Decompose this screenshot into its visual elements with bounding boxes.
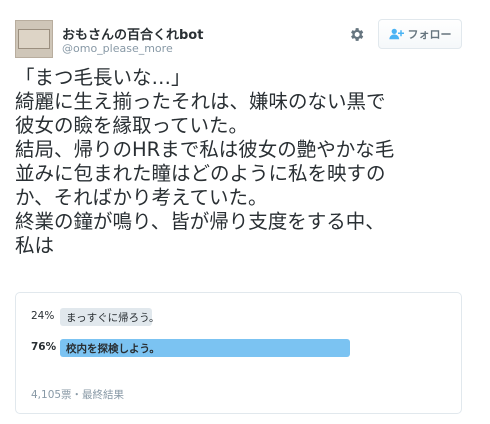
follow-button[interactable]: フォロー <box>378 19 462 49</box>
follow-user-icon <box>388 28 404 40</box>
tweet-line: 「まつ毛長いな…」 <box>15 66 191 89</box>
poll-choice-1: 24% まっすぐに帰ろう。 <box>31 308 356 326</box>
tweet-card: おもさんの百合くれbot @omo_please_more フォロー 「まつ毛長… <box>0 0 490 424</box>
poll-choice-label: 校内を探検しよう。 <box>66 343 160 355</box>
author-handle[interactable]: @omo_please_more <box>62 42 173 55</box>
poll-percent: 24% <box>31 310 55 322</box>
tweet-line: 綺麗に生え揃ったそれは、嫌味のない黒で <box>15 90 386 113</box>
poll-footer: 4,105票・最終結果 <box>31 389 125 401</box>
poll-percent: 76% <box>31 341 57 353</box>
tweet-line: 結局、帰りのHRまで私は彼女の艶やかな毛 <box>15 138 395 161</box>
poll-bar-track: 校内を探検しよう。 <box>60 339 356 357</box>
tweet-line: 私は <box>15 234 55 257</box>
tweet-text: 「まつ毛長いな…」 綺麗に生え揃ったそれは、嫌味のない黒で 彼女の瞼を縁取ってい… <box>15 66 480 258</box>
follow-label: フォロー <box>407 28 452 41</box>
author-name[interactable]: おもさんの百合くれbot <box>62 24 203 43</box>
gear-icon[interactable] <box>348 26 365 43</box>
avatar[interactable] <box>15 20 53 58</box>
poll-card: 24% まっすぐに帰ろう。 76% 校内を探検しよう。 4,105票・最終結果 <box>15 292 462 414</box>
avatar-image <box>18 29 50 49</box>
poll-bar-track: まっすぐに帰ろう。 <box>60 308 356 326</box>
tweet-line: 彼女の瞼を縁取っていた。 <box>15 114 249 137</box>
tweet-line: か、そればかり考えていた。 <box>15 186 268 209</box>
poll-choice-label: まっすぐに帰ろう。 <box>66 312 160 324</box>
poll-choice-2: 76% 校内を探検しよう。 <box>31 339 356 357</box>
tweet-line: 並みに包まれた瞳はどのように私を映すの <box>15 162 386 185</box>
tweet-line: 終業の鐘が鳴り、皆が帰り支度をする中、 <box>15 210 385 233</box>
